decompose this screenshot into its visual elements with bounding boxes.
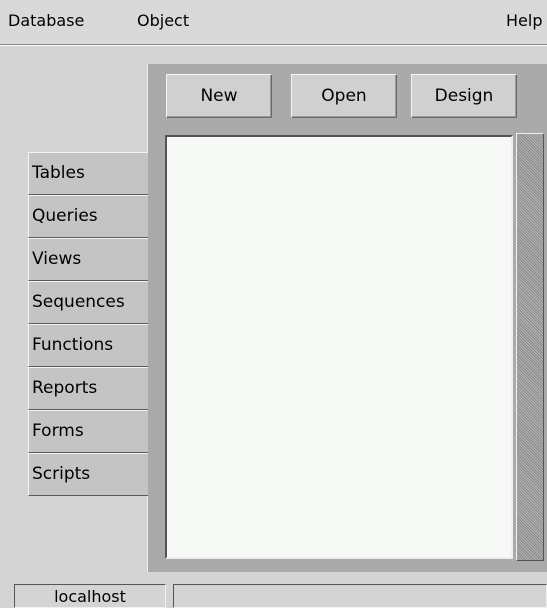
vertical-scrollbar[interactable] [516, 133, 544, 561]
menu-database[interactable]: Database [8, 10, 84, 32]
tab-scripts[interactable]: Scripts [28, 453, 148, 496]
new-button[interactable]: New [166, 74, 272, 118]
tab-forms[interactable]: Forms [28, 410, 148, 453]
menu-object[interactable]: Object [137, 10, 189, 32]
tab-views[interactable]: Views [28, 238, 148, 281]
tab-tables[interactable]: Tables [28, 152, 148, 195]
design-button[interactable]: Design [411, 74, 517, 118]
status-message [173, 584, 547, 608]
menu-help[interactable]: Help [506, 10, 542, 32]
object-list[interactable] [165, 135, 513, 559]
tab-functions[interactable]: Functions [28, 324, 148, 367]
tab-queries[interactable]: Queries [28, 195, 148, 238]
status-host: localhost [14, 584, 166, 608]
tab-sequences[interactable]: Sequences [28, 281, 148, 324]
tab-reports[interactable]: Reports [28, 367, 148, 410]
menu-bar: Database Object Help [0, 0, 547, 45]
open-button[interactable]: Open [291, 74, 397, 118]
